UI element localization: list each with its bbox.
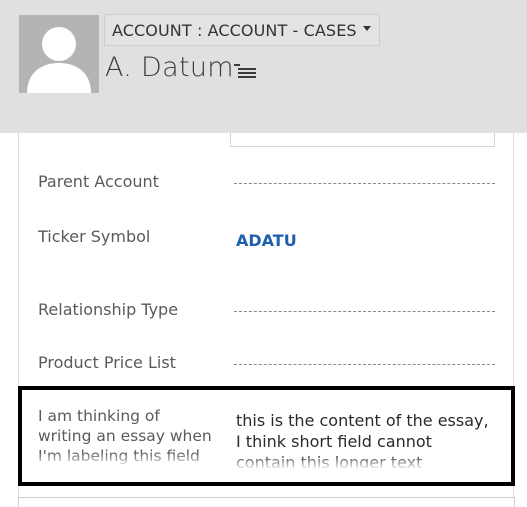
- record-header: ACCOUNT : ACCOUNT - CASES A. Datum: [0, 0, 527, 133]
- avatar: [19, 15, 99, 93]
- field-value-parent-account[interactable]: [234, 183, 495, 184]
- previous-field-input[interactable]: [230, 133, 495, 147]
- menu-lines-icon[interactable]: [234, 64, 256, 78]
- breadcrumb-selector[interactable]: ACCOUNT : ACCOUNT - CASES: [104, 14, 380, 46]
- field-label-relationship-type: Relationship Type: [38, 300, 179, 319]
- person-silhouette-icon: [19, 15, 99, 93]
- field-value-relationship-type[interactable]: [234, 311, 495, 312]
- field-value-product-price-list[interactable]: [234, 364, 495, 365]
- page: ACCOUNT : ACCOUNT - CASES A. Datum Paren…: [0, 0, 527, 507]
- chevron-down-icon: [362, 26, 371, 31]
- field-label-ticker-symbol: Ticker Symbol: [38, 227, 151, 246]
- breadcrumb-text: ACCOUNT : ACCOUNT - CASES: [112, 20, 357, 40]
- field-label-product-price-list: Product Price List: [38, 353, 176, 372]
- highlight-box: [18, 386, 515, 486]
- record-title: A. Datum: [105, 52, 234, 83]
- field-value-ticker-symbol[interactable]: ADATU: [236, 231, 297, 250]
- field-label-parent-account: Parent Account: [38, 172, 159, 191]
- next-section: [18, 497, 515, 507]
